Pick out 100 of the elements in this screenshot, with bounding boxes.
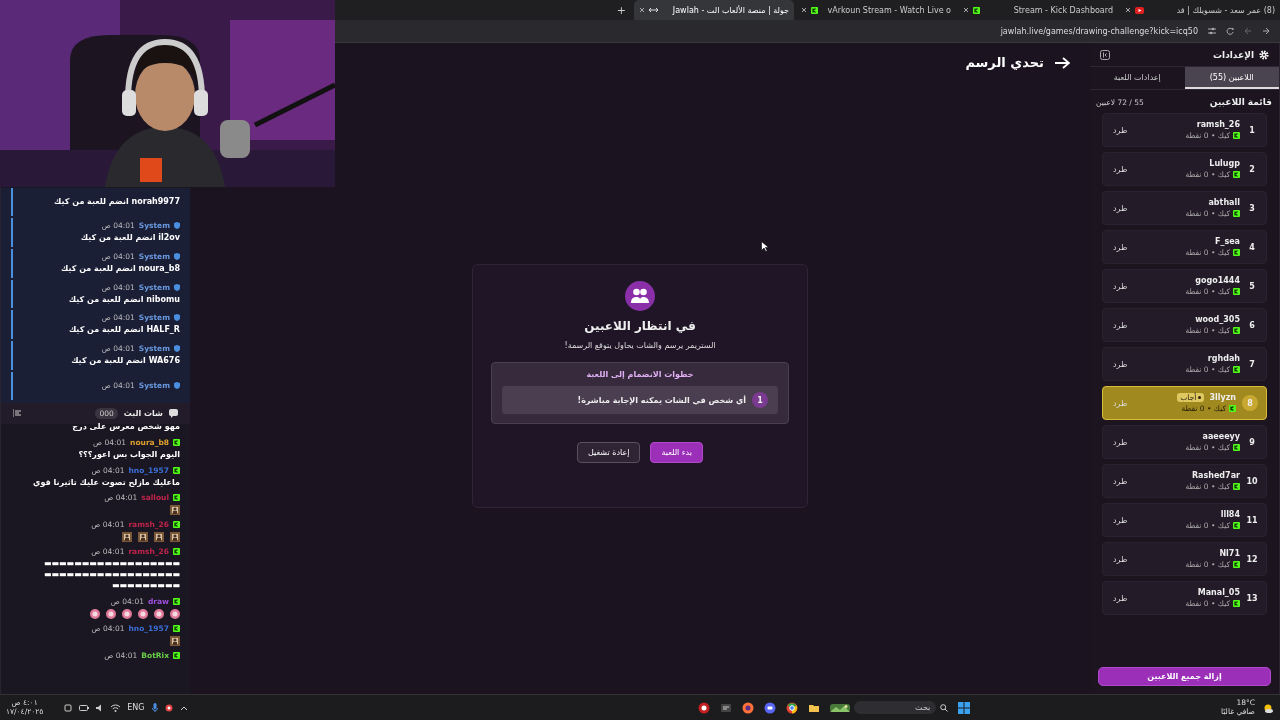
emote-icon [154, 608, 164, 619]
kick-button[interactable]: طرد [1111, 591, 1130, 605]
player-name: lll84 [1220, 510, 1240, 519]
platform-icon [1233, 600, 1240, 607]
emote-icon [138, 608, 148, 619]
app-icon[interactable] [698, 701, 711, 714]
mic-icon[interactable] [151, 703, 158, 712]
close-icon[interactable] [801, 7, 807, 13]
browser-tab[interactable]: جولة | منصة الألعاب الت - Jawlah [634, 0, 794, 20]
player-rank: 7 [1248, 359, 1256, 369]
player-rank: 1 [1248, 125, 1256, 135]
player-rank: 2 [1248, 164, 1256, 174]
player-rank: 6 [1248, 320, 1256, 330]
notification-icon[interactable] [64, 703, 73, 712]
settings-title: الإعدادات [1213, 50, 1254, 60]
close-icon[interactable] [639, 7, 645, 13]
emote-icon [90, 608, 100, 619]
platform-icon [173, 548, 180, 556]
player-name: Lulugp [1209, 159, 1240, 168]
tune-icon[interactable] [1208, 27, 1216, 35]
kick-button[interactable]: طرد [1111, 279, 1130, 293]
player-name: wood_305 [1195, 315, 1240, 324]
address-field[interactable]: jawlah.live/games/drawing-challenge?kick=icq50 [1000, 26, 1198, 36]
collapse-panel-icon[interactable] [1100, 50, 1110, 60]
kick-button[interactable]: طرد [1111, 357, 1130, 371]
panel-tab[interactable]: اللاعبين (55) [1184, 67, 1279, 89]
kick-button[interactable]: طرد [1111, 240, 1130, 254]
forward-icon[interactable] [1262, 27, 1270, 35]
tab-title: (8) عمر سعد - شسويلك | قد [1175, 5, 1275, 15]
browser-icon[interactable] [786, 701, 799, 714]
start-icon[interactable] [958, 701, 971, 714]
new-tab-button[interactable]: + [610, 3, 632, 17]
browser-icon[interactable] [742, 701, 755, 714]
chevron-icon[interactable] [179, 704, 188, 711]
emote-icon [170, 532, 180, 543]
kick-button[interactable]: طرد [1111, 201, 1130, 215]
message-text: مهو شخص معرس على درج [71, 422, 180, 433]
message-text: il2ov انضم للعبة من كيك [79, 233, 180, 244]
kick-button[interactable]: طرد [1111, 513, 1130, 527]
player-name: 3llyzn [1209, 393, 1236, 402]
page-title: تحدي الرسم [965, 55, 1044, 70]
kick-button[interactable]: طرد [1111, 318, 1130, 332]
tab-title: vArkoun Stream - Watch Live o [826, 5, 951, 15]
platform-icon [1229, 405, 1236, 412]
site-icon [649, 7, 658, 13]
browser-tab[interactable]: vArkoun Stream - Watch Live o [796, 0, 956, 20]
back-arrow-icon[interactable] [1054, 56, 1070, 69]
dialog-title: في انتظار اللاعبين [584, 319, 696, 333]
record-icon[interactable] [164, 703, 173, 712]
platform-icon [1233, 171, 1240, 178]
players-icon [625, 281, 655, 311]
message-text: nibomu انضم للعبة من كيك [67, 294, 180, 306]
platform-icon [173, 521, 180, 529]
panel-tab[interactable]: إعدادات اللعبة [1090, 67, 1185, 89]
message-text: noura_b8 انضم للعبة من كيك [60, 263, 180, 275]
back-icon[interactable] [1244, 27, 1252, 35]
reload-icon[interactable] [1226, 27, 1234, 35]
kick-button[interactable]: طرد [1111, 552, 1130, 566]
kick-button[interactable]: طرد [1111, 474, 1130, 488]
steps-title: خطوات الانضمام إلى اللعبة [586, 370, 694, 379]
browser-tab[interactable]: (8) عمر سعد - شسويلك | قد [1120, 0, 1280, 20]
wifi-icon[interactable] [111, 703, 121, 712]
player-rank: 4 [1248, 242, 1256, 252]
restart-button[interactable]: إعادة تشغيل [577, 442, 641, 463]
browser-tab[interactable]: Stream - Kick Dashboard [958, 0, 1118, 20]
close-icon[interactable] [1125, 7, 1131, 13]
settings-icon [1259, 50, 1269, 60]
platform-icon [173, 651, 180, 659]
emote-icon [170, 505, 180, 516]
message-text: HALF_R انضم للعبة من كيك [67, 325, 180, 337]
kick-button[interactable]: طرد [1111, 123, 1130, 137]
kick-button[interactable]: طرد [1111, 162, 1130, 176]
menu-icon[interactable] [13, 409, 21, 418]
platform-icon [1233, 288, 1240, 295]
start-game-button[interactable]: بدء اللعبة [650, 442, 704, 463]
step-number: 1 [752, 392, 768, 408]
platform-icon [973, 6, 980, 14]
shield-icon [174, 345, 180, 353]
platform-icon [173, 624, 180, 632]
message-text: ▬▬▬▬▬▬▬▬▬▬▬▬▬▬▬▬▬▬ ▬▬▬▬▬▬▬▬▬▬▬▬▬▬▬▬▬▬ ▬▬▬▬▬▬▬▬▬ [42, 559, 180, 592]
platform-icon [173, 466, 180, 474]
close-icon[interactable] [963, 7, 969, 13]
emote-icon [106, 608, 116, 619]
dialog-subtitle: الستريمر يرسم والشات يحاول يتوقع الرسمة! [564, 341, 716, 350]
platform-icon [1233, 444, 1240, 451]
platform-icon [173, 597, 180, 605]
language-indicator[interactable]: ENG [127, 703, 145, 712]
battery-icon[interactable] [79, 704, 90, 711]
player-name: Rashed7ar [1191, 471, 1240, 480]
kick-button[interactable]: طرد [1111, 435, 1130, 449]
remove-all-button[interactable]: إزالة جميع اللاعبين [1098, 667, 1271, 686]
player-rank: 9 [1248, 437, 1256, 447]
platform-icon [1233, 483, 1240, 490]
shield-icon [174, 283, 180, 291]
search-field[interactable]: بحث [854, 701, 937, 714]
chat-app-icon[interactable] [764, 701, 777, 714]
platform-icon [1233, 561, 1240, 568]
message-text: WA676 انضم للعبة من كيك [70, 356, 180, 367]
shield-icon [174, 382, 180, 390]
platform-icon [1233, 522, 1240, 529]
